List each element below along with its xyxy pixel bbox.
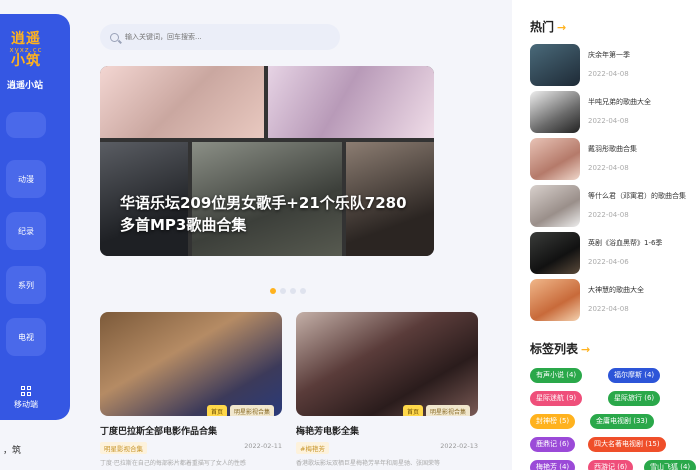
tag-pill[interactable]: 福尔摩斯 (4) bbox=[608, 368, 661, 383]
hot-item-title[interactable]: 戴羽彤歌曲合集 bbox=[588, 144, 698, 154]
carousel-dot[interactable] bbox=[280, 288, 286, 294]
tag-pill[interactable]: 四大名著电视剧 (15) bbox=[588, 437, 666, 452]
site-name: 逍遥小站 bbox=[6, 81, 43, 91]
post-title[interactable]: 梅艳芳电影全集 bbox=[296, 424, 359, 437]
hero-image bbox=[100, 66, 264, 138]
arrow-right-icon[interactable]: → bbox=[557, 21, 566, 34]
hot-item[interactable]: 庆余年第一季 2022-04-08 bbox=[530, 44, 690, 88]
post-excerpt: 丁度·巴拉斯在自己的每部影片都着重描写了女人的性感 bbox=[100, 460, 246, 467]
carousel-dots bbox=[270, 288, 306, 294]
tags-section-title: 标签列表 → bbox=[530, 340, 590, 357]
hot-item-date: 2022-04-08 bbox=[588, 211, 629, 219]
hot-item-title[interactable]: 庆余年第一季 bbox=[588, 50, 698, 60]
hot-item-title[interactable]: 等什么君（邓寓君）的歌曲合集 bbox=[588, 191, 698, 201]
tag-pill[interactable]: 金庸电视剧 (33) bbox=[590, 414, 654, 429]
hot-item-title[interactable]: 半吨兄弟的歌曲大全 bbox=[588, 97, 698, 107]
search-bar[interactable] bbox=[100, 24, 340, 50]
page-edge-text: ，筑 bbox=[3, 446, 22, 456]
post-tag[interactable]: 首页 bbox=[402, 405, 423, 416]
post-meta: #梅艳芳 2022-02-13 bbox=[296, 442, 478, 454]
hot-thumbnail[interactable] bbox=[530, 279, 580, 321]
carousel-dot[interactable] bbox=[300, 288, 306, 294]
hot-item-title[interactable]: 大神慧的歌曲大全 bbox=[588, 285, 698, 295]
sidebar-item-documentary[interactable]: 纪录 bbox=[6, 212, 46, 250]
hero-carousel[interactable]: 华语乐坛209位男女歌手+21个乐队7280多首MP3歌曲合集 bbox=[100, 66, 434, 256]
sidebar-item-label: 移动端 bbox=[14, 400, 38, 409]
tags-title: 标签列表 bbox=[530, 342, 579, 356]
carousel-dot[interactable] bbox=[290, 288, 296, 294]
hot-thumbnail[interactable] bbox=[530, 138, 580, 180]
hot-item-title[interactable]: 英剧《浴血黑帮》1-6季 bbox=[588, 238, 698, 248]
hot-item-date: 2022-04-08 bbox=[588, 117, 629, 125]
tag-pill[interactable]: 西游记 (6) bbox=[588, 460, 634, 470]
post-tag[interactable]: 首页 bbox=[206, 405, 227, 416]
hot-thumbnail[interactable] bbox=[530, 232, 580, 274]
hot-item-date: 2022-04-08 bbox=[588, 70, 629, 78]
sidebar-item-label: 系列 bbox=[18, 280, 34, 290]
post-category[interactable]: 明星影视合集 bbox=[100, 442, 147, 454]
sidebar-item-mobile[interactable]: 移动端 bbox=[0, 386, 52, 410]
sidebar-item-tv[interactable]: 电视 bbox=[6, 318, 46, 356]
right-sidebar: 热门 → 庆余年第一季 2022-04-08 半吨兄弟的歌曲大全 2022-04-… bbox=[512, 0, 700, 470]
post-card[interactable]: 首页 明星影视合集 丁度巴拉斯全部电影作品合集 明星影视合集 2022-02-1… bbox=[100, 312, 282, 467]
search-icon[interactable] bbox=[110, 32, 119, 42]
hot-section-title: 热门 → bbox=[530, 18, 566, 35]
post-thumbnail[interactable]: 首页 明星影视合集 bbox=[100, 312, 282, 416]
sidebar-item-label: 动漫 bbox=[18, 174, 34, 184]
tag-pill[interactable]: 有声小说 (4) bbox=[530, 368, 583, 383]
post-category[interactable]: #梅艳芳 bbox=[296, 442, 329, 454]
post-excerpt: 香港歌坛影坛双栖巨星梅艳芳早年和周星驰、张国荣等 bbox=[296, 460, 441, 467]
hot-item-date: 2022-04-08 bbox=[588, 164, 629, 172]
sidebar-item-series[interactable]: 系列 bbox=[6, 266, 46, 304]
arrow-right-icon[interactable]: → bbox=[581, 343, 590, 356]
post-meta: 明星影视合集 2022-02-11 bbox=[100, 442, 282, 454]
tag-pill[interactable]: 星际迷航 (9) bbox=[530, 391, 583, 406]
hot-thumbnail[interactable] bbox=[530, 185, 580, 227]
tag-pill[interactable]: 封神榜 (5) bbox=[530, 414, 576, 429]
site-logo[interactable]: 逍遥 xyxz.cc 小筑 bbox=[6, 32, 46, 68]
hot-thumbnail[interactable] bbox=[530, 44, 580, 86]
hot-item[interactable]: 半吨兄弟的歌曲大全 2022-04-08 bbox=[530, 91, 690, 135]
carousel-dot[interactable] bbox=[270, 288, 276, 294]
hot-item[interactable]: 等什么君（邓寓君）的歌曲合集 2022-04-08 bbox=[530, 185, 690, 229]
post-tag[interactable]: 明星影视合集 bbox=[229, 405, 274, 416]
tag-pill[interactable]: 鹿鼎记 (6) bbox=[530, 437, 576, 452]
hot-item-date: 2022-04-06 bbox=[588, 258, 629, 266]
hero-title[interactable]: 华语乐坛209位男女歌手+21个乐队7280多首MP3歌曲合集 bbox=[120, 192, 410, 236]
logo-text-top: 逍遥 bbox=[11, 31, 41, 47]
post-card[interactable]: 首页 明星影视合集 梅艳芳电影全集 #梅艳芳 2022-02-13 香港歌坛影坛… bbox=[296, 312, 478, 467]
search-input[interactable] bbox=[125, 33, 325, 41]
tag-pill[interactable]: 雪山飞狐 (4) bbox=[644, 460, 697, 470]
hot-item[interactable]: 戴羽彤歌曲合集 2022-04-08 bbox=[530, 138, 690, 182]
tag-pill[interactable]: 星际旅行 (6) bbox=[608, 391, 661, 406]
hot-item[interactable]: 大神慧的歌曲大全 2022-04-08 bbox=[530, 279, 690, 323]
logo-text-bottom: 小筑 bbox=[11, 53, 41, 69]
sidebar-item-anime[interactable]: 动漫 bbox=[6, 160, 46, 198]
tag-pill[interactable]: 梅艳芳 (4) bbox=[530, 460, 576, 470]
post-thumbnail[interactable]: 首页 明星影视合集 bbox=[296, 312, 478, 416]
sidebar-item-label: 纪录 bbox=[18, 226, 34, 236]
hot-title: 热门 bbox=[530, 20, 555, 34]
grid-icon bbox=[20, 386, 32, 397]
hero-image bbox=[268, 66, 434, 138]
sidebar-item-top[interactable] bbox=[6, 112, 46, 138]
post-tag[interactable]: 明星影视合集 bbox=[425, 405, 470, 416]
post-title[interactable]: 丁度巴拉斯全部电影作品合集 bbox=[100, 424, 217, 437]
post-date: 2022-02-13 bbox=[440, 442, 478, 450]
post-date: 2022-02-11 bbox=[244, 442, 282, 450]
sidebar: 逍遥 xyxz.cc 小筑 逍遥小站 动漫 纪录 系列 电视 移动端 bbox=[0, 14, 70, 420]
hot-item-date: 2022-04-08 bbox=[588, 305, 629, 313]
hot-item[interactable]: 英剧《浴血黑帮》1-6季 2022-04-06 bbox=[530, 232, 690, 276]
hot-thumbnail[interactable] bbox=[530, 91, 580, 133]
sidebar-item-label: 电视 bbox=[18, 332, 34, 342]
